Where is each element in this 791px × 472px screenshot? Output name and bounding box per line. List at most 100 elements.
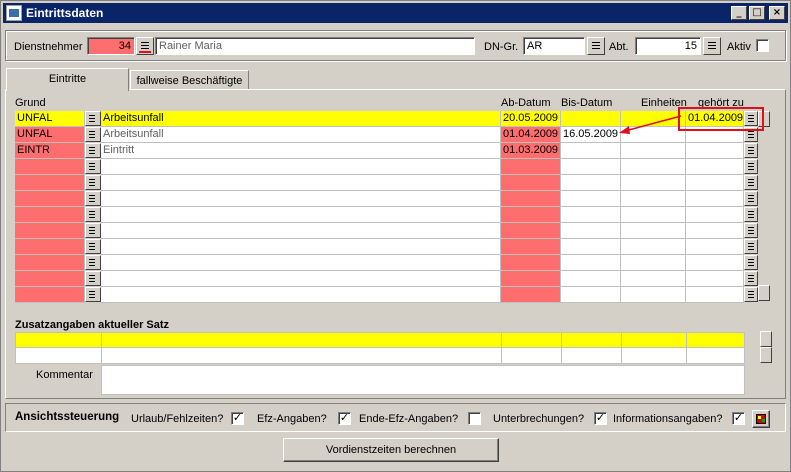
- bis-datum-cell[interactable]: [561, 287, 621, 303]
- table-row[interactable]: [15, 271, 759, 287]
- opt-urlaub-checkbox[interactable]: ✓: [231, 412, 244, 425]
- grund-code-cell[interactable]: [15, 287, 85, 303]
- grund-lookup-button[interactable]: [85, 143, 101, 158]
- grund-code-cell[interactable]: [15, 159, 85, 175]
- bis-datum-cell[interactable]: [561, 191, 621, 207]
- grid-scroll-down[interactable]: [758, 285, 770, 301]
- grund-code-cell[interactable]: [15, 255, 85, 271]
- grund-text-cell[interactable]: Arbeitsunfall: [101, 111, 501, 127]
- einheiten-cell[interactable]: [621, 175, 686, 191]
- gehoert-zu-lookup-button[interactable]: [744, 223, 758, 238]
- grund-lookup-button[interactable]: [85, 111, 101, 126]
- opt-efz-checkbox[interactable]: ✓: [338, 412, 351, 425]
- grund-lookup-button[interactable]: [85, 191, 101, 206]
- dienstnehmer-nr-field[interactable]: 34: [87, 37, 135, 55]
- zusatz-row-current[interactable]: [15, 332, 745, 348]
- ab-datum-cell[interactable]: [501, 271, 561, 287]
- abt-field[interactable]: 15: [635, 37, 701, 55]
- gehoert-zu-cell[interactable]: [686, 239, 744, 255]
- bis-datum-cell[interactable]: [561, 159, 621, 175]
- grund-text-cell[interactable]: Eintritt: [101, 143, 501, 159]
- ab-datum-cell[interactable]: [501, 239, 561, 255]
- gehoert-zu-lookup-button[interactable]: [744, 207, 758, 222]
- opt-ende-efz-checkbox[interactable]: [468, 412, 481, 425]
- einheiten-cell[interactable]: [621, 159, 686, 175]
- einheiten-cell[interactable]: [621, 271, 686, 287]
- grund-text-cell[interactable]: [101, 223, 501, 239]
- einheiten-cell[interactable]: [621, 287, 686, 303]
- gehoert-zu-cell[interactable]: [686, 175, 744, 191]
- einheiten-cell[interactable]: [621, 143, 686, 159]
- gehoert-zu-cell[interactable]: [686, 207, 744, 223]
- grund-text-cell[interactable]: [101, 175, 501, 191]
- grund-lookup-button[interactable]: [85, 287, 101, 302]
- ab-datum-cell[interactable]: [501, 175, 561, 191]
- grund-code-cell[interactable]: [15, 207, 85, 223]
- grund-code-cell[interactable]: [15, 271, 85, 287]
- table-row[interactable]: [15, 191, 759, 207]
- table-row[interactable]: EINTR Eintritt 01.03.2009: [15, 143, 759, 159]
- table-row[interactable]: [15, 287, 759, 303]
- grund-lookup-button[interactable]: [85, 207, 101, 222]
- bis-datum-cell[interactable]: [561, 239, 621, 255]
- zusatz-scroll-up[interactable]: [760, 331, 772, 347]
- grund-lookup-button[interactable]: [85, 223, 101, 238]
- opt-info-checkbox[interactable]: ✓: [732, 412, 745, 425]
- dienstnehmer-name-field[interactable]: Rainer Maria: [155, 37, 475, 55]
- close-button[interactable]: ×: [769, 6, 785, 20]
- grund-code-cell[interactable]: UNFAL: [15, 127, 85, 143]
- gehoert-zu-lookup-button[interactable]: [744, 143, 758, 158]
- aktiv-checkbox[interactable]: [756, 39, 769, 52]
- bis-datum-cell[interactable]: [561, 111, 621, 127]
- grund-text-cell[interactable]: [101, 159, 501, 175]
- gehoert-zu-cell[interactable]: [686, 255, 744, 271]
- ab-datum-cell[interactable]: [501, 159, 561, 175]
- zusatz-scroll-down[interactable]: [760, 347, 772, 363]
- dienstnehmer-lookup-button[interactable]: [136, 37, 154, 55]
- zusatz-row-2[interactable]: [15, 348, 745, 364]
- gehoert-zu-cell[interactable]: [686, 143, 744, 159]
- bis-datum-cell[interactable]: [561, 223, 621, 239]
- dngr-field[interactable]: AR: [523, 37, 585, 55]
- grund-lookup-button[interactable]: [85, 255, 101, 270]
- grund-code-cell[interactable]: EINTR: [15, 143, 85, 159]
- einheiten-cell[interactable]: [621, 207, 686, 223]
- table-row[interactable]: [15, 207, 759, 223]
- gehoert-zu-cell[interactable]: [686, 223, 744, 239]
- ab-datum-cell[interactable]: [501, 223, 561, 239]
- grund-text-cell[interactable]: [101, 287, 501, 303]
- table-row[interactable]: [15, 159, 759, 175]
- gehoert-zu-lookup-button[interactable]: [744, 255, 758, 270]
- ab-datum-cell[interactable]: [501, 287, 561, 303]
- table-row[interactable]: [15, 239, 759, 255]
- bis-datum-cell[interactable]: [561, 271, 621, 287]
- bis-datum-cell[interactable]: [561, 207, 621, 223]
- tab-fallweise-beschaeftigte[interactable]: fallweise Beschäftigte: [130, 70, 249, 90]
- table-row[interactable]: [15, 255, 759, 271]
- gehoert-zu-lookup-button[interactable]: [744, 239, 758, 254]
- bis-datum-cell[interactable]: [561, 255, 621, 271]
- grund-lookup-button[interactable]: [85, 175, 101, 190]
- grund-text-cell[interactable]: [101, 255, 501, 271]
- grund-text-cell[interactable]: [101, 207, 501, 223]
- gehoert-zu-lookup-button[interactable]: [744, 271, 758, 286]
- bis-datum-cell[interactable]: [561, 175, 621, 191]
- grund-lookup-button[interactable]: [85, 271, 101, 286]
- grund-code-cell[interactable]: [15, 175, 85, 191]
- grid-view-button[interactable]: [752, 410, 770, 428]
- ab-datum-cell[interactable]: 01.04.2009: [501, 127, 561, 143]
- ab-datum-cell[interactable]: [501, 191, 561, 207]
- grund-code-cell[interactable]: UNFAL: [15, 111, 85, 127]
- minimize-button[interactable]: _: [731, 6, 747, 20]
- kommentar-field[interactable]: [101, 365, 745, 395]
- bis-datum-cell[interactable]: [561, 143, 621, 159]
- vordienstzeiten-berechnen-button[interactable]: Vordienstzeiten berechnen: [283, 438, 499, 462]
- tab-eintritte[interactable]: Eintritte: [6, 68, 129, 91]
- grund-lookup-button[interactable]: [85, 159, 101, 174]
- gehoert-zu-cell[interactable]: [686, 287, 744, 303]
- gehoert-zu-cell[interactable]: [686, 159, 744, 175]
- gehoert-zu-lookup-button[interactable]: [744, 159, 758, 174]
- einheiten-cell[interactable]: [621, 223, 686, 239]
- ab-datum-cell[interactable]: 01.03.2009: [501, 143, 561, 159]
- maximize-button[interactable]: □: [749, 6, 765, 20]
